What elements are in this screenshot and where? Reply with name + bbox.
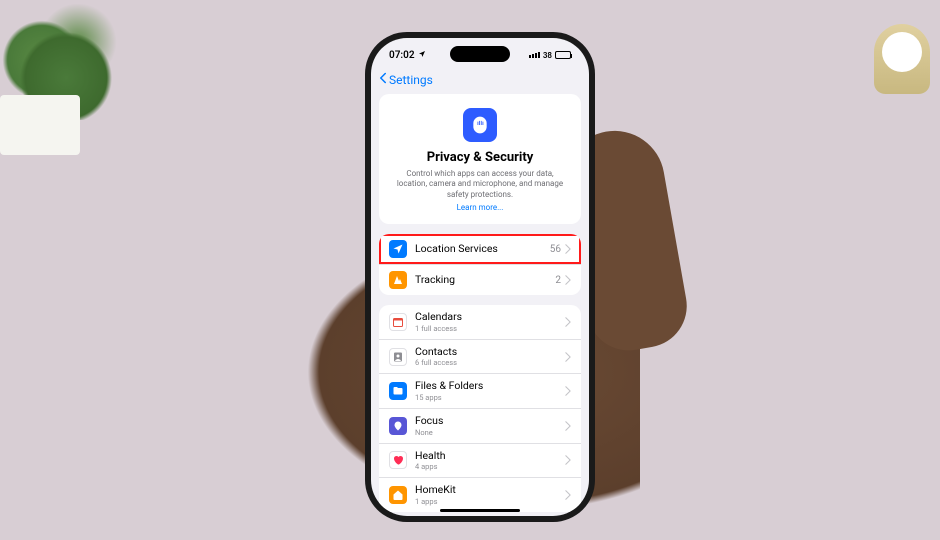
back-button[interactable]: Settings <box>379 72 433 87</box>
settings-row-location-services[interactable]: Location Services56 <box>379 234 581 265</box>
row-body: Contacts6 full access <box>415 346 565 368</box>
chevron-right-icon <box>565 317 571 327</box>
home-icon <box>389 486 407 504</box>
location-icon <box>389 240 407 258</box>
back-label: Settings <box>389 73 433 87</box>
home-indicator[interactable] <box>440 509 520 512</box>
row-subtitle: 1 full access <box>415 324 565 333</box>
battery-percentage: 38 <box>543 51 552 60</box>
row-label: HomeKit <box>415 484 565 497</box>
settings-group-1: Location Services56Tracking2 <box>379 234 581 295</box>
chevron-right-icon <box>565 275 571 285</box>
row-subtitle: 15 apps <box>415 393 565 402</box>
row-label: Location Services <box>415 243 550 256</box>
chevron-right-icon <box>565 352 571 362</box>
location-active-icon <box>418 50 426 61</box>
settings-scroll[interactable]: Privacy & Security Control which apps ca… <box>371 94 589 516</box>
row-subtitle: 1 apps <box>415 497 565 506</box>
chevron-right-icon <box>565 386 571 396</box>
learn-more-link[interactable]: Learn more... <box>391 203 569 212</box>
row-subtitle: None <box>415 428 565 437</box>
settings-row-homekit[interactable]: HomeKit1 apps <box>379 478 581 512</box>
row-body: Files & Folders15 apps <box>415 380 565 402</box>
row-body: Calendars1 full access <box>415 311 565 333</box>
signal-icon <box>529 52 540 58</box>
files-icon <box>389 382 407 400</box>
health-icon <box>389 451 407 469</box>
page-title: Privacy & Security <box>391 150 569 165</box>
battery-icon <box>555 51 571 59</box>
settings-row-focus[interactable]: FocusNone <box>379 409 581 444</box>
status-time: 07:02 <box>389 50 415 61</box>
row-body: Health4 apps <box>415 450 565 472</box>
settings-row-calendars[interactable]: Calendars1 full access <box>379 305 581 340</box>
row-label: Health <box>415 450 565 463</box>
nav-bar: Settings <box>371 68 589 91</box>
row-label: Focus <box>415 415 565 428</box>
chevron-right-icon <box>565 490 571 500</box>
row-body: FocusNone <box>415 415 565 437</box>
dynamic-island <box>450 46 510 62</box>
row-label: Files & Folders <box>415 380 565 393</box>
decor-clock <box>874 24 930 94</box>
settings-row-tracking[interactable]: Tracking2 <box>379 265 581 295</box>
phone-screen: 07:02 38 Settings <box>371 38 589 516</box>
calendar-icon <box>389 313 407 331</box>
page-description: Control which apps can access your data,… <box>391 169 569 200</box>
row-label: Tracking <box>415 274 555 287</box>
decor-pot <box>0 95 80 155</box>
settings-row-files-folders[interactable]: Files & Folders15 apps <box>379 374 581 409</box>
settings-group-2: Calendars1 full access Contacts6 full acc… <box>379 305 581 512</box>
contacts-icon <box>389 348 407 366</box>
row-subtitle: 6 full access <box>415 358 565 367</box>
chevron-right-icon <box>565 244 571 254</box>
settings-row-contacts[interactable]: Contacts6 full access <box>379 340 581 375</box>
settings-row-health[interactable]: Health4 apps <box>379 444 581 479</box>
focus-icon <box>389 417 407 435</box>
row-subtitle: 4 apps <box>415 462 565 471</box>
row-value: 2 <box>555 275 561 286</box>
chevron-right-icon <box>565 421 571 431</box>
row-value: 56 <box>550 244 561 255</box>
row-body: HomeKit1 apps <box>415 484 565 506</box>
chevron-left-icon <box>379 72 387 87</box>
tracking-icon <box>389 271 407 289</box>
header-card: Privacy & Security Control which apps ca… <box>379 94 581 224</box>
row-label: Calendars <box>415 311 565 324</box>
phone-frame: 07:02 38 Settings <box>365 32 595 522</box>
row-body: Location Services <box>415 243 550 256</box>
privacy-hand-icon <box>463 108 497 142</box>
row-label: Contacts <box>415 346 565 359</box>
chevron-right-icon <box>565 455 571 465</box>
row-body: Tracking <box>415 274 555 287</box>
